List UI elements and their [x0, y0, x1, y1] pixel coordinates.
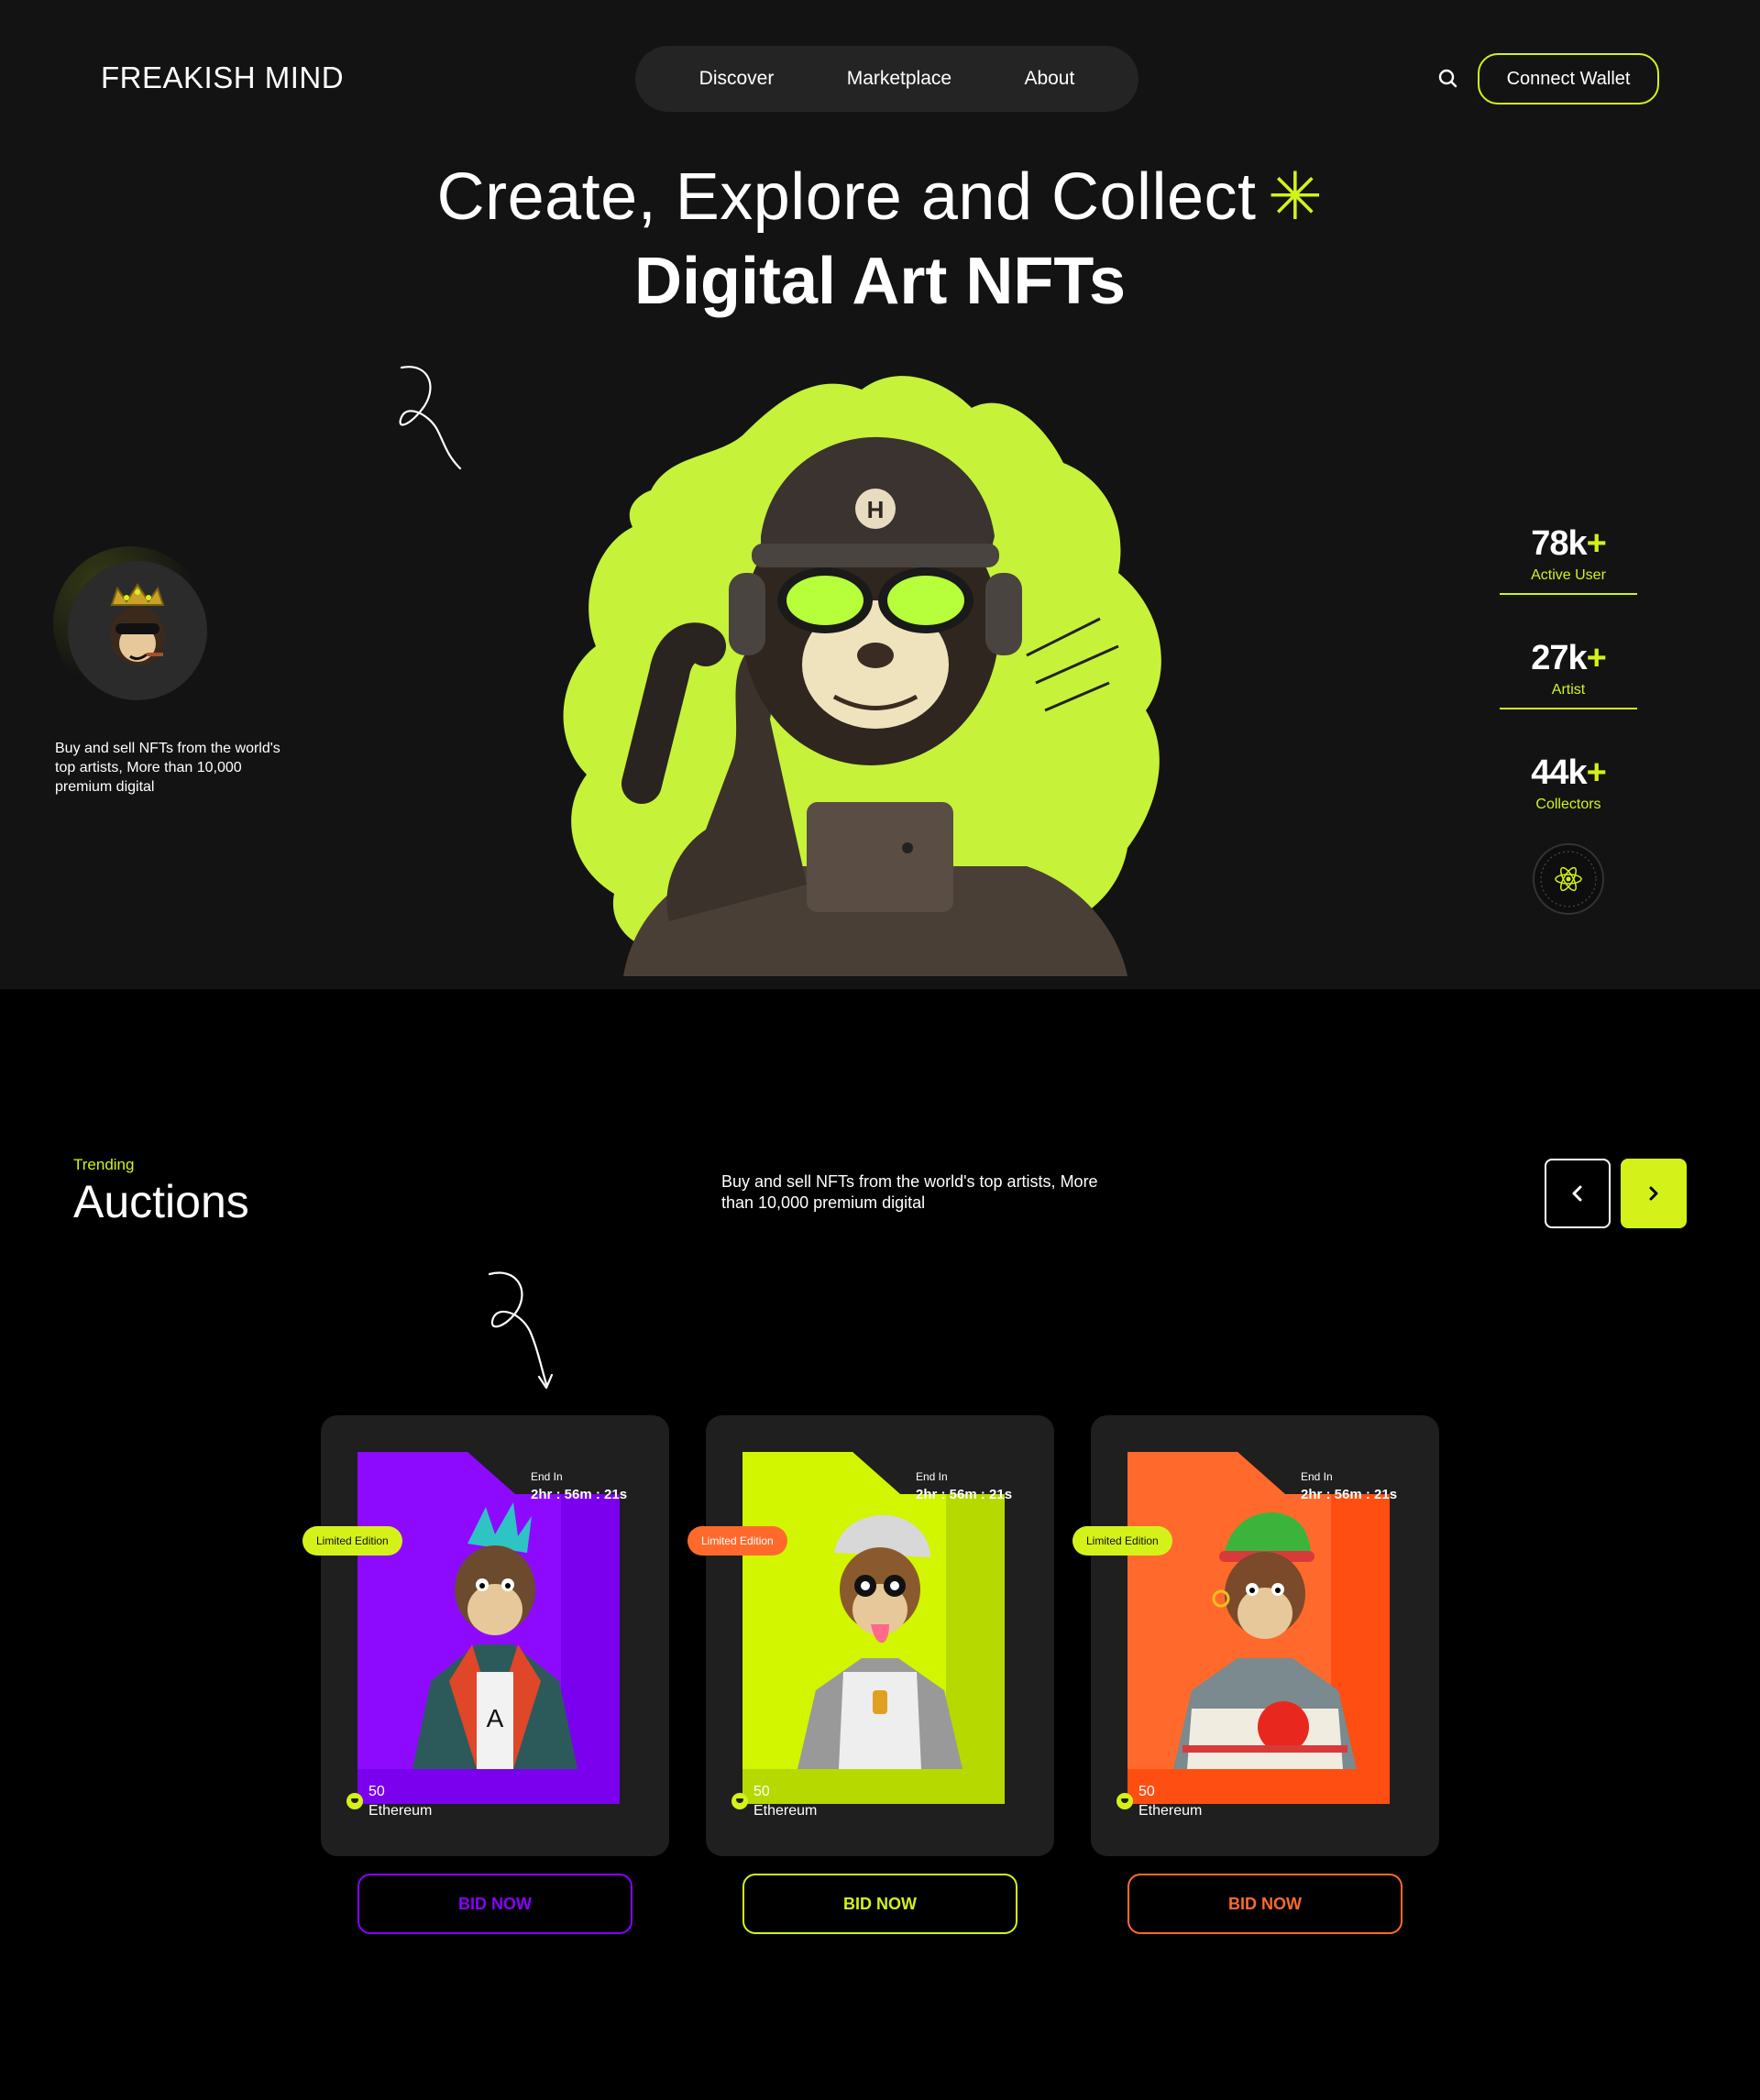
- hero-headline-line1: Create, Explore and Collect ✳: [0, 158, 1760, 235]
- auction-timer: 2hr : 56m : 21s: [1301, 1487, 1398, 1502]
- asterisk-icon: ✳: [1267, 160, 1324, 234]
- limited-edition-badge: Limited Edition: [688, 1526, 787, 1556]
- stat-value: 44k+: [1500, 753, 1637, 793]
- stat-plus: +: [1586, 639, 1607, 677]
- stat-number: 27k: [1531, 639, 1587, 677]
- price: 50 Ethereum: [754, 1782, 817, 1820]
- auction-card[interactable]: End In 2hr : 56m : 21s Limited Edition 5…: [688, 1415, 1054, 1856]
- stat-number: 44k: [1531, 753, 1587, 792]
- price-amount: 50: [754, 1784, 770, 1799]
- price-currency: Ethereum: [368, 1803, 433, 1819]
- hero-description: Buy and sell NFTs from the world's top a…: [55, 741, 280, 795]
- nav-discover[interactable]: Discover: [699, 68, 775, 90]
- ethereum-icon: [732, 1793, 748, 1809]
- end-in-label: End In: [916, 1470, 948, 1483]
- main-nav: Discover Marketplace About: [635, 46, 1138, 112]
- hero-ape-illustration: H: [563, 376, 1161, 976]
- punk-ape-artwork: A: [358, 1452, 620, 1804]
- stat-plus: +: [1586, 524, 1607, 563]
- hero-headline-line2: Digital Art NFTs: [634, 245, 1126, 318]
- carousel-prev-button[interactable]: [1545, 1159, 1611, 1228]
- stat-label: Collectors: [1535, 797, 1601, 812]
- squiggle-arrow-icon: [399, 366, 462, 470]
- stat-divider: [1500, 593, 1637, 595]
- section-eyebrow: Trending: [73, 1156, 135, 1173]
- connect-wallet-button[interactable]: Connect Wallet: [1478, 53, 1659, 104]
- price-currency: Ethereum: [1138, 1803, 1203, 1819]
- stat-plus: +: [1586, 753, 1607, 792]
- end-in-label: End In: [1301, 1470, 1333, 1483]
- auction-timer: 2hr : 56m : 21s: [531, 1487, 628, 1502]
- bid-now-button[interactable]: BID NOW: [742, 1874, 1018, 1934]
- stats-list: 78k+ Active User 27k+ Artist 44k+ Collec…: [1500, 524, 1637, 868]
- ethereum-icon: [1116, 1793, 1133, 1809]
- stat-label: Active User: [1531, 567, 1606, 583]
- search-icon[interactable]: [1436, 66, 1461, 92]
- bid-now-button[interactable]: BID NOW: [358, 1874, 632, 1934]
- auction-card[interactable]: End In 2hr : 56m : 21s Limited Edition 5…: [1072, 1415, 1439, 1856]
- limited-edition-badge: Limited Edition: [302, 1526, 402, 1556]
- bid-now-button[interactable]: BID NOW: [1128, 1874, 1402, 1934]
- price-currency: Ethereum: [754, 1803, 818, 1819]
- nav-marketplace[interactable]: Marketplace: [847, 68, 952, 90]
- limited-edition-badge: Limited Edition: [1072, 1526, 1172, 1556]
- site-logo[interactable]: FREAKISH MIND: [101, 60, 344, 95]
- auction-timer: 2hr : 56m : 21s: [916, 1487, 1013, 1502]
- stat-value: 27k+: [1500, 639, 1637, 678]
- svg-text:H: H: [867, 496, 885, 523]
- hero-section: FREAKISH MIND Discover Marketplace About…: [0, 0, 1760, 989]
- chevron-left-icon: [1572, 1185, 1582, 1202]
- ethereum-icon: [346, 1793, 363, 1809]
- stat-number: 78k: [1531, 524, 1587, 563]
- price-amount: 50: [368, 1784, 385, 1799]
- beanie-ape-artwork: [1128, 1452, 1390, 1804]
- crowned-ape-avatar: [68, 561, 207, 700]
- stat-label: Artist: [1551, 682, 1586, 698]
- stat-artists: 27k+ Artist: [1500, 639, 1637, 753]
- price-amount: 50: [1138, 1784, 1155, 1799]
- nav-about[interactable]: About: [1024, 68, 1074, 90]
- chevron-right-icon: [1649, 1186, 1658, 1201]
- section-description: Buy and sell NFTs from the world's top a…: [721, 1172, 1098, 1212]
- end-in-label: End In: [531, 1470, 563, 1483]
- svg-text:A: A: [487, 1704, 504, 1732]
- stat-active-users: 78k+ Active User: [1500, 524, 1637, 639]
- squiggle-down-arrow-icon: [488, 1271, 554, 1390]
- carousel-next-button[interactable]: [1621, 1159, 1687, 1228]
- atom-badge-icon: [1533, 843, 1604, 915]
- cap-ape-artwork: [742, 1452, 1005, 1804]
- stat-divider: [1500, 708, 1637, 709]
- price: 50 Ethereum: [368, 1782, 432, 1820]
- section-title: Auctions: [73, 1176, 249, 1227]
- price: 50 Ethereum: [1138, 1782, 1202, 1820]
- stat-value: 78k+: [1500, 524, 1637, 564]
- auction-card[interactable]: A End In 2hr : 56m : 21s Limited Edition…: [302, 1415, 669, 1856]
- hero-headline-text: Create, Explore and Collect: [436, 160, 1257, 234]
